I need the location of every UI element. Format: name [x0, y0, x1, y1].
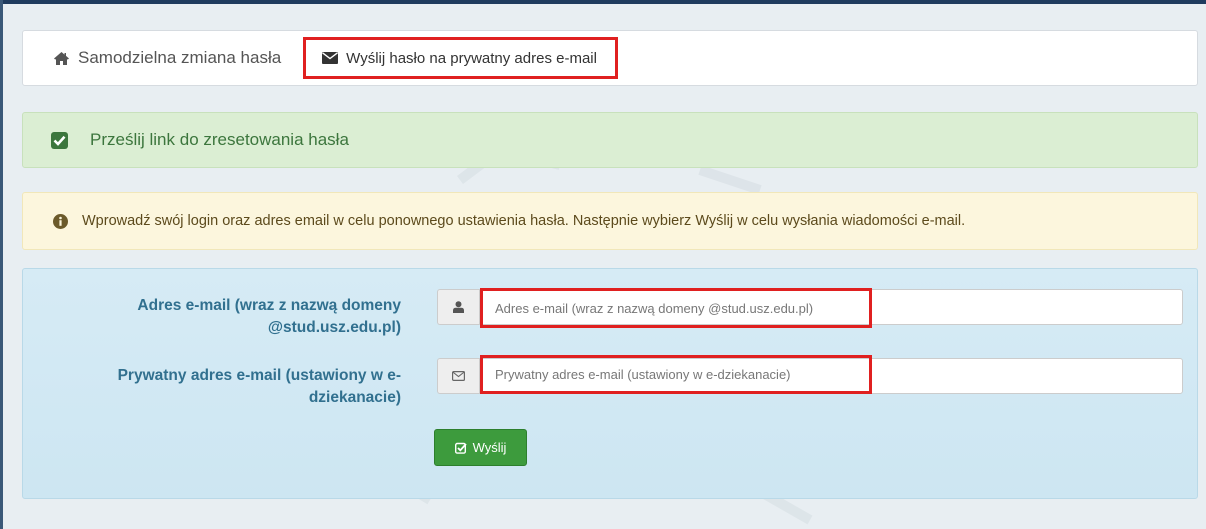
envelope-icon — [322, 52, 339, 64]
tab-bar: Samodzielna zmiana hasła Wyślij hasło na… — [22, 30, 1198, 86]
email-field[interactable]: Adres e-mail (wraz z nazwą domeny @stud.… — [479, 288, 1183, 328]
window-left-border — [0, 0, 3, 529]
user-icon — [453, 301, 464, 313]
tab-send-password-email-label: Wyślij hasło na prywatny adres e-mail — [346, 49, 597, 67]
window-top-border — [0, 0, 1206, 4]
check-square-outline-icon — [454, 442, 467, 454]
private-email-addon — [437, 358, 479, 394]
home-icon — [54, 51, 69, 65]
envelope-outline-icon — [452, 371, 465, 381]
info-alert-text: Wprowadź swój login oraz adres email w c… — [82, 213, 966, 229]
info-circle-icon — [53, 213, 68, 229]
private-email-input-group: Prywatny adres e-mail (ustawiony w e-dzi… — [437, 355, 1183, 394]
private-email-field[interactable]: Prywatny adres e-mail (ustawiony w e-dzi… — [479, 355, 1183, 394]
password-reset-form: Adres e-mail (wraz z nazwą domeny @stud.… — [22, 268, 1198, 499]
send-button[interactable]: Wyślij — [434, 429, 527, 466]
success-alert-text: Prześlij link do zresetowania hasła — [90, 130, 349, 149]
email-field-placeholder: Adres e-mail (wraz z nazwą domeny @stud.… — [480, 288, 872, 328]
private-email-field-placeholder: Prywatny adres e-mail (ustawiony w e-dzi… — [480, 355, 872, 394]
tab-send-password-email[interactable]: Wyślij hasło na prywatny adres e-mail — [303, 37, 618, 79]
email-addon — [437, 289, 479, 325]
info-alert: Wprowadź swój login oraz adres email w c… — [22, 192, 1198, 250]
success-alert: Prześlij link do zresetowania hasła — [22, 112, 1198, 168]
send-button-label: Wyślij — [472, 440, 507, 455]
tab-self-password-change[interactable]: Samodzielna zmiana hasła — [23, 31, 303, 85]
email-field-label: Adres e-mail (wraz z nazwą domeny @stud.… — [137, 297, 401, 336]
check-square-icon — [51, 131, 68, 149]
tab-self-password-change-label: Samodzielna zmiana hasła — [78, 48, 282, 67]
private-email-field-label: Prywatny adres e-mail (ustawiony w e-dzi… — [117, 367, 401, 406]
email-input-group: Adres e-mail (wraz z nazwą domeny @stud.… — [437, 288, 1183, 328]
